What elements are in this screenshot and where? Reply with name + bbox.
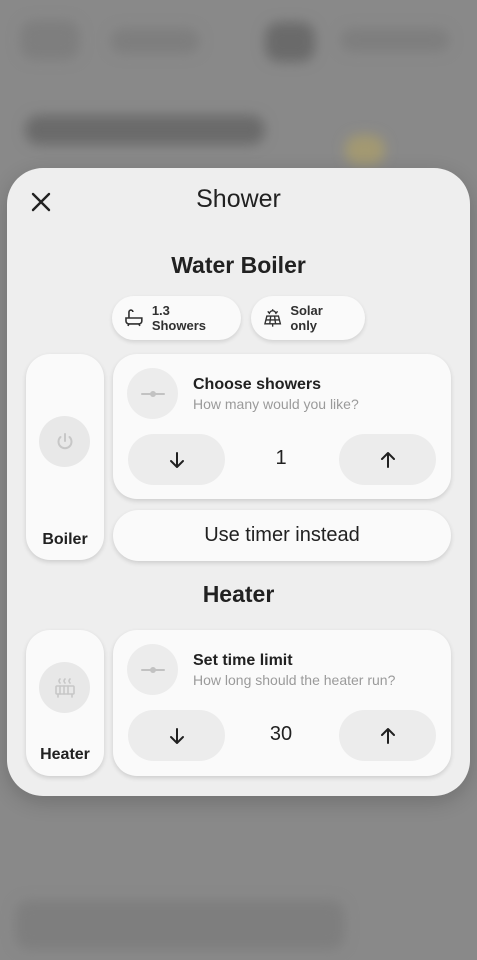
choose-showers-title: Choose showers [193, 376, 322, 393]
solar-chip-label: Solar only [290, 303, 323, 333]
choose-showers-subtitle: How many would you like? [193, 396, 359, 412]
boiler-power-button[interactable] [39, 416, 90, 467]
boiler-tile[interactable]: Boiler [26, 354, 104, 560]
solar-panel-icon [264, 309, 282, 327]
use-timer-button[interactable]: Use timer instead [113, 510, 451, 561]
heater-power-button[interactable] [39, 662, 90, 713]
dialog-title: Shower [196, 185, 281, 213]
showers-increase-button[interactable] [339, 434, 436, 485]
boiler-tile-label: Boiler [42, 531, 88, 548]
arrow-up-icon [380, 451, 395, 468]
slider-icon [140, 390, 165, 397]
set-time-limit-title: Set time limit [193, 652, 293, 669]
power-icon [57, 432, 72, 449]
heater-title: Heater [202, 581, 275, 607]
showers-chip-label: 1.3 Showers [151, 303, 206, 333]
bathtub-icon [125, 309, 143, 327]
showers-value: 1 [275, 447, 287, 469]
arrow-up-icon [380, 727, 395, 744]
time-decrease-button[interactable] [128, 710, 225, 761]
shower-dialog: Shower Water Boiler 1.3 Showers Solar on… [7, 168, 470, 796]
arrow-down-icon [169, 727, 184, 744]
choose-showers-card: Choose showers How many would you like? … [113, 354, 451, 499]
heater-tile-label: Heater [40, 746, 90, 763]
arrow-down-icon [169, 451, 184, 468]
showers-card-icon [127, 368, 178, 419]
water-boiler-title: Water Boiler [171, 252, 306, 278]
set-time-limit-card: Set time limit How long should the heate… [113, 630, 451, 776]
time-increase-button[interactable] [339, 710, 436, 761]
showers-chip[interactable]: 1.3 Showers [112, 296, 241, 340]
showers-decrease-button[interactable] [128, 434, 225, 485]
slider-icon [140, 666, 165, 673]
set-time-limit-subtitle: How long should the heater run? [193, 672, 396, 688]
time-limit-card-icon [127, 644, 178, 695]
time-limit-value: 30 [269, 723, 293, 745]
solar-chip[interactable]: Solar only [251, 296, 365, 340]
radiator-icon [54, 677, 75, 698]
heater-tile[interactable]: Heater [26, 630, 104, 776]
